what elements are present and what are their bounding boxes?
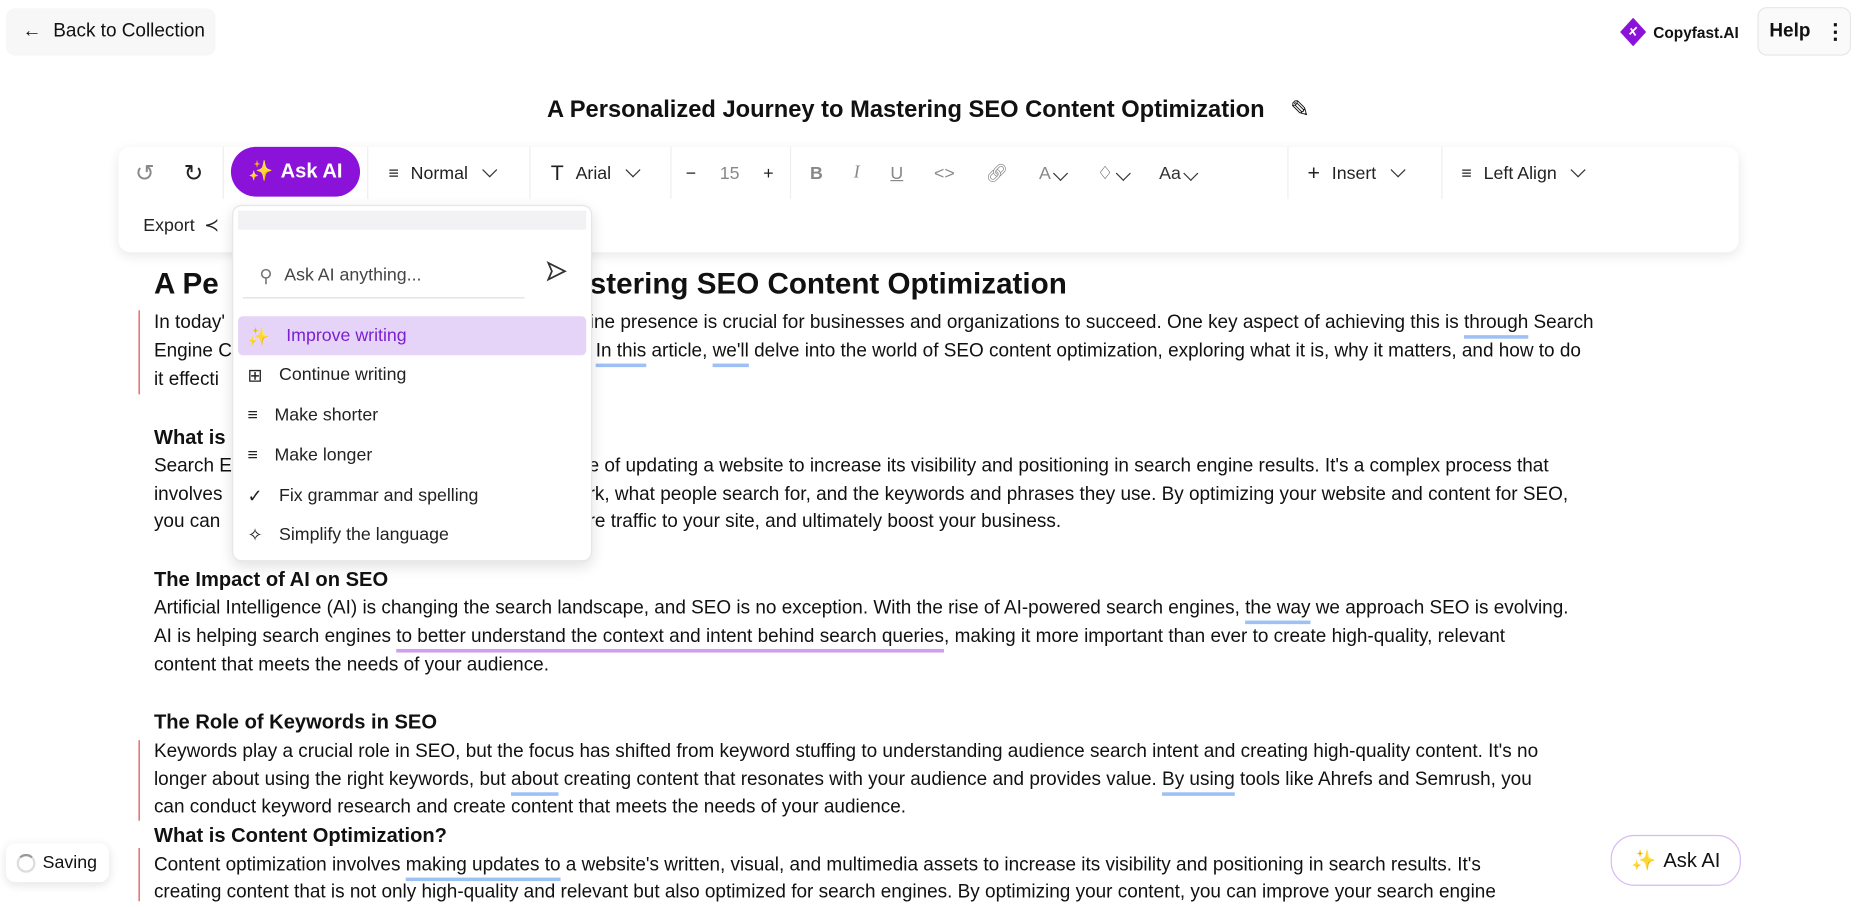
chevron-down-icon [625,162,641,178]
menu-item-make-shorter[interactable]: ≡ Make shorter [238,396,586,435]
send-icon[interactable] [546,261,567,282]
plus-icon[interactable]: + [763,163,773,183]
document-title: A Personalized Journey to Mastering SEO … [0,95,1857,125]
alignment-dropdown[interactable]: ≡ Left Align [1461,147,1587,199]
lines-longer-icon: ≡ [247,445,258,466]
minus-icon[interactable]: − [686,163,696,183]
saving-status: Saving [5,843,109,883]
share-icon: ≺ [204,215,220,236]
magic-wand-icon: ✨ [1631,848,1657,872]
sparkles-icon: ✧ [247,525,263,546]
lines-shorter-icon: ≡ [247,405,258,426]
menu-header-bar [238,210,587,230]
more-vertical-icon[interactable]: ⋮ [1825,21,1846,42]
chevron-down-icon [482,162,498,178]
text-case-dropdown[interactable]: Aa [1159,163,1199,183]
doc-heading-left: A Pe [153,267,219,301]
help-button[interactable]: Help ⋮ [1757,7,1852,56]
italic-icon[interactable]: I [854,163,860,183]
redo-icon: ↻ [183,160,204,187]
magic-wand-icon: ✨ [248,159,274,183]
ask-ai-button[interactable]: ✨ Ask AI [230,146,361,197]
undo-icon: ↺ [135,160,155,187]
menu-item-continue-writing[interactable]: ⊞ Continue writing [238,355,586,394]
link-icon[interactable]: 🔗︎ [986,162,1009,183]
ask-ai-input[interactable]: ⚲ Ask AI anything... [242,253,525,299]
message-plus-icon: ⊞ [247,365,263,386]
font-icon: T [550,160,564,185]
menu-item-improve-writing[interactable]: ✨ Improve writing [238,316,587,356]
bold-icon[interactable]: B [810,163,823,183]
insert-dropdown[interactable]: + Insert [1307,147,1406,199]
redo-button[interactable]: ↻ [184,147,204,199]
code-icon[interactable]: <> [934,163,955,183]
menu-item-fix-grammar[interactable]: ✓ Fix grammar and spelling [238,476,586,515]
magic-wand-icon: ✨ [247,326,270,347]
export-button[interactable]: Export ≺ [143,199,219,251]
edit-title-pencil-icon[interactable]: ✎ [1290,95,1310,125]
chevron-down-icon [1390,162,1406,178]
chevron-down-icon [1571,162,1587,178]
ask-ai-menu: ⚲ Ask AI anything... ✨ Improve writing ⊞ C… [232,204,593,562]
check-icon: ✓ [247,486,263,507]
align-left-icon: ≡ [1461,162,1472,183]
search-icon: ⚲ [259,265,273,287]
back-to-collection-button[interactable]: ← Back to Collection [5,8,216,56]
block-style-dropdown[interactable]: ≡ Normal [388,147,498,199]
floating-ask-ai-button[interactable]: ✨ Ask AI [1610,834,1741,886]
font-family-dropdown[interactable]: T Arial [550,147,641,199]
paragraph-icon: ≡ [388,162,399,183]
font-size-stepper[interactable]: −15 + [686,147,774,199]
underline-icon[interactable]: U [890,163,903,183]
undo-button[interactable]: ↺ [135,147,155,199]
doc-heading-right: stering SEO Content Optimization [589,267,1067,301]
highlight-color-icon[interactable]: ♢ [1097,162,1131,184]
plus-icon: + [1307,160,1320,185]
text-color-icon[interactable]: A [1039,163,1069,183]
brand-logo: Copyfast.AI [1620,17,1739,47]
arrow-left-icon: ← [22,21,42,42]
logo-icon [1620,17,1647,47]
menu-item-make-longer[interactable]: ≡ Make longer [238,436,586,475]
doc-line: In this article, we'll delve into the wo… [595,341,1581,362]
spinner-icon [16,853,36,873]
menu-item-simplify-language[interactable]: ✧ Simplify the language [238,515,586,554]
doc-line: ine presence is crucial for businesses a… [589,312,1594,333]
